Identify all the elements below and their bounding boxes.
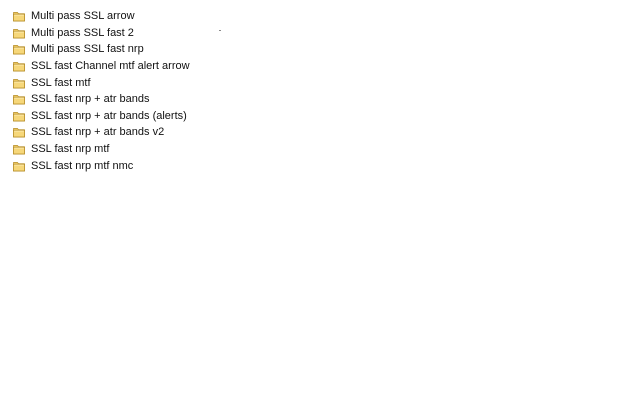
folder-name: Multi pass SSL arrow (31, 10, 135, 23)
list-item[interactable]: Multi pass SSL arrow (11, 8, 201, 25)
folder-icon (13, 160, 25, 172)
list-item[interactable]: SSL fast mtf (11, 74, 201, 91)
folder-name: Multi pass SSL fast nrp (31, 43, 144, 56)
list-item[interactable]: SSL fast nrp + atr bands (11, 91, 201, 108)
folder-icon (13, 126, 25, 138)
folder-icon (13, 93, 25, 105)
list-item[interactable]: SSL fast nrp + atr bands v2 (11, 124, 201, 141)
folder-name: SSL fast nrp + atr bands v2 (31, 126, 165, 139)
folder-name: SSL fast nrp + atr bands (31, 93, 150, 106)
folder-icon (13, 77, 25, 89)
folder-name: SSL fast Channel mtf alert arrow (31, 60, 190, 73)
list-item[interactable]: SSL fast Channel mtf alert arrow (11, 58, 201, 75)
folder-icon (13, 27, 25, 39)
list-item[interactable]: SSL fast nrp + atr bands (alerts) (11, 108, 201, 125)
folder-list: Multi pass SSL arrow Multi pass SSL fast… (11, 8, 201, 174)
folder-icon (13, 143, 25, 155)
list-item[interactable]: Multi pass SSL fast 2 (11, 25, 201, 42)
folder-name: Multi pass SSL fast 2 (31, 26, 134, 39)
folder-name: SSL fast nrp + atr bands (alerts) (31, 109, 187, 122)
list-item[interactable]: Multi pass SSL fast nrp (11, 41, 201, 58)
background-speck (219, 30, 221, 31)
folder-icon (13, 10, 25, 22)
folder-icon (13, 60, 25, 72)
list-item[interactable]: SSL fast nrp mtf (11, 141, 201, 158)
list-item[interactable]: SSL fast nrp mtf nmc (11, 157, 201, 174)
folder-name: SSL fast mtf (31, 76, 91, 89)
folder-name: SSL fast nrp mtf nmc (31, 159, 134, 172)
folder-icon (13, 43, 25, 55)
folder-name: SSL fast nrp mtf (31, 143, 110, 156)
folder-icon (13, 110, 25, 122)
